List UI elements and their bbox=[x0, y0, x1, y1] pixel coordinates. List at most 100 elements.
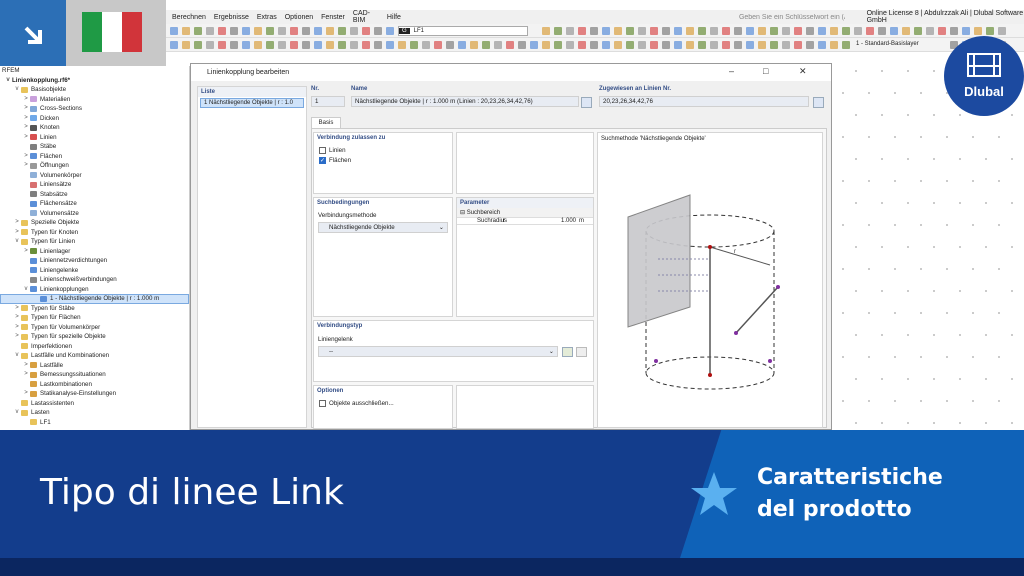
toolbar-button-icon[interactable] bbox=[170, 27, 178, 35]
toolbar-button-icon[interactable] bbox=[374, 27, 382, 35]
toolbar-button-icon[interactable] bbox=[182, 27, 190, 35]
toolbar-button-icon[interactable] bbox=[650, 27, 658, 35]
close-icon[interactable]: ✕ bbox=[799, 66, 807, 77]
toolbar-button-icon[interactable] bbox=[470, 41, 478, 49]
tree-item[interactable]: Stabsätze bbox=[0, 190, 189, 200]
toolbar-button-icon[interactable] bbox=[794, 27, 802, 35]
toolbar-button-icon[interactable] bbox=[830, 27, 838, 35]
toolbar-button-icon[interactable] bbox=[302, 27, 310, 35]
toolbar-button-icon[interactable] bbox=[194, 41, 202, 49]
toolbar-button-icon[interactable] bbox=[950, 27, 958, 35]
edit-name-icon[interactable] bbox=[581, 97, 592, 108]
toolbar-button-icon[interactable] bbox=[350, 27, 358, 35]
toolbar-button-icon[interactable] bbox=[614, 27, 622, 35]
param-row[interactable]: Suchradius r 1.000 m bbox=[457, 217, 593, 225]
toolbar-button-icon[interactable] bbox=[782, 41, 790, 49]
cb-flaechen-row[interactable]: ✓ Flächen bbox=[314, 154, 452, 164]
toolbar-button-icon[interactable] bbox=[710, 41, 718, 49]
toolbar-button-icon[interactable] bbox=[314, 41, 322, 49]
toolbar-button-icon[interactable] bbox=[602, 27, 610, 35]
tree-item[interactable]: 1 - Nächstliegende Objekte | r : 1.000 m bbox=[0, 294, 189, 304]
edit-gelenk-icon[interactable] bbox=[576, 347, 587, 357]
toolbar-button-icon[interactable] bbox=[746, 41, 754, 49]
linien-checkbox[interactable] bbox=[319, 147, 326, 154]
toolbar-button-icon[interactable] bbox=[830, 41, 838, 49]
cb-linien-row[interactable]: Linien bbox=[314, 143, 452, 154]
tree-item[interactable]: > Typen für Flächen bbox=[0, 313, 189, 323]
tree-item[interactable]: > Cross-Sections bbox=[0, 104, 189, 114]
toolbar-button-icon[interactable] bbox=[602, 41, 610, 49]
chevron-right-icon[interactable]: > bbox=[22, 161, 30, 171]
toolbar-button-icon[interactable] bbox=[590, 27, 598, 35]
toolbar-button-icon[interactable] bbox=[806, 27, 814, 35]
chevron-down-icon[interactable]: v bbox=[13, 85, 21, 95]
chevron-down-icon[interactable]: v bbox=[13, 237, 21, 247]
toolbar-button-icon[interactable] bbox=[998, 27, 1006, 35]
toolbar-button-icon[interactable] bbox=[338, 41, 346, 49]
toolbar-button-icon[interactable] bbox=[818, 41, 826, 49]
menu-berechnen[interactable]: Berechnen bbox=[172, 14, 206, 21]
param-value[interactable]: 1.000 bbox=[541, 218, 579, 224]
toolbar-button-icon[interactable] bbox=[326, 27, 334, 35]
toolbar-button-icon[interactable] bbox=[626, 41, 634, 49]
toolbar-button-icon[interactable] bbox=[554, 41, 562, 49]
tree-item[interactable]: > Linien bbox=[0, 133, 189, 143]
toolbar-button-icon[interactable] bbox=[338, 27, 346, 35]
toolbar-button-icon[interactable] bbox=[962, 27, 970, 35]
loadcase-select[interactable]: G LF1 bbox=[398, 26, 528, 36]
toolbar-button-icon[interactable] bbox=[542, 27, 550, 35]
tree-item[interactable]: LF1 bbox=[0, 418, 189, 428]
toolbar-button-icon[interactable] bbox=[722, 27, 730, 35]
toolbar-button-icon[interactable] bbox=[278, 27, 286, 35]
tree-item[interactable]: > Flächen bbox=[0, 152, 189, 162]
tree-item[interactable]: > Materialien bbox=[0, 95, 189, 105]
flaechen-checkbox[interactable]: ✓ bbox=[319, 157, 326, 165]
toolbar-button-icon[interactable] bbox=[758, 27, 766, 35]
toolbar-button-icon[interactable] bbox=[698, 27, 706, 35]
tree-item[interactable]: > Dicken bbox=[0, 114, 189, 124]
toolbar-button-icon[interactable] bbox=[206, 27, 214, 35]
methode-select[interactable]: Nächstliegende Objekte ⌄ bbox=[318, 222, 448, 233]
tree-item[interactable]: Stäbe bbox=[0, 142, 189, 152]
chevron-down-icon[interactable]: v bbox=[13, 351, 21, 361]
new-gelenk-icon[interactable] bbox=[562, 347, 573, 357]
tree-item[interactable]: Imperfektionen bbox=[0, 342, 189, 352]
toolbar-button-icon[interactable] bbox=[854, 27, 862, 35]
tree-item[interactable]: Liniennetzverdichtungen bbox=[0, 256, 189, 266]
menu-extras[interactable]: Extras bbox=[257, 14, 277, 21]
toolbar-button-icon[interactable] bbox=[446, 41, 454, 49]
toolbar-button-icon[interactable] bbox=[614, 41, 622, 49]
toolbar-button-icon[interactable] bbox=[974, 27, 982, 35]
list-item[interactable]: 1 Nächstliegende Objekte | r : 1.0 bbox=[200, 98, 304, 108]
toolbar-button-icon[interactable] bbox=[914, 27, 922, 35]
tree-item[interactable]: Liniensätze bbox=[0, 180, 189, 190]
toolbar-button-icon[interactable] bbox=[326, 41, 334, 49]
minimize-icon[interactable]: – bbox=[729, 66, 734, 76]
chevron-down-icon[interactable]: v bbox=[4, 76, 12, 86]
menu-ergebnisse[interactable]: Ergebnisse bbox=[214, 14, 249, 21]
toolbar-button-icon[interactable] bbox=[374, 41, 382, 49]
toolbar-button-icon[interactable] bbox=[890, 27, 898, 35]
toolbar-button-icon[interactable] bbox=[218, 27, 226, 35]
tree-item[interactable]: > Knoten bbox=[0, 123, 189, 133]
tree-item[interactable]: v Linienkopplungen bbox=[0, 285, 189, 295]
toolbar-button-icon[interactable] bbox=[194, 27, 202, 35]
toolbar-button-icon[interactable] bbox=[566, 41, 574, 49]
chevron-right-icon[interactable]: > bbox=[22, 133, 30, 143]
toolbar-button-icon[interactable] bbox=[386, 27, 394, 35]
tree-item[interactable]: > Bemessungssituationen bbox=[0, 370, 189, 380]
toolbar-button-icon[interactable] bbox=[986, 27, 994, 35]
chevron-down-icon[interactable]: v bbox=[13, 408, 21, 418]
toolbar-button-icon[interactable] bbox=[698, 41, 706, 49]
menu-optionen[interactable]: Optionen bbox=[285, 14, 313, 21]
tree-item[interactable]: Liniengelenke bbox=[0, 266, 189, 276]
toolbar-button-icon[interactable] bbox=[530, 41, 538, 49]
menu-cad-bim[interactable]: CAD-BIM bbox=[353, 10, 379, 24]
toolbar-button-icon[interactable] bbox=[578, 27, 586, 35]
chevron-right-icon[interactable]: > bbox=[13, 228, 21, 238]
tree-item[interactable]: Linienschweißverbindungen bbox=[0, 275, 189, 285]
toolbar-button-icon[interactable] bbox=[710, 27, 718, 35]
toolbar-button-icon[interactable] bbox=[494, 41, 502, 49]
name-field[interactable]: Nächstliegende Objekte | r : 1.000 m (Li… bbox=[351, 96, 579, 107]
tab-basis[interactable]: Basis bbox=[311, 117, 341, 128]
